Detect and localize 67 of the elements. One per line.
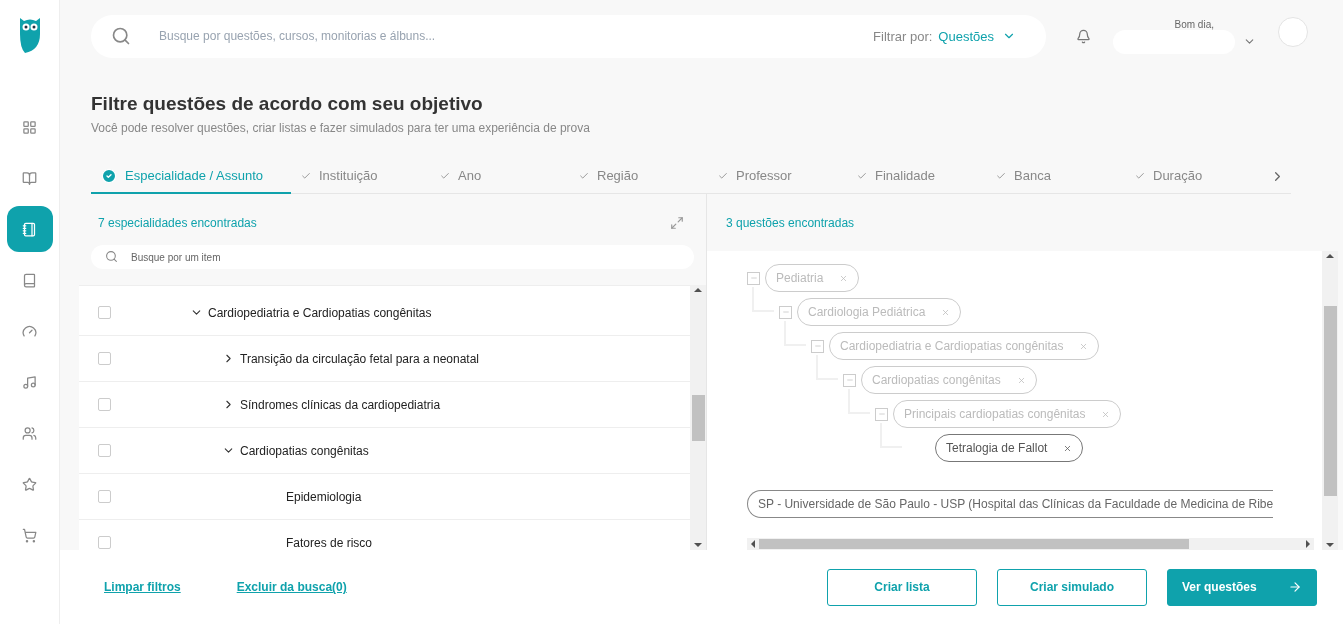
check-icon bbox=[996, 170, 1006, 181]
horizontal-scrollbar[interactable] bbox=[747, 538, 1314, 551]
page-title: Filtre questões de acordo com seu objetivo bbox=[91, 92, 484, 115]
checkbox[interactable] bbox=[98, 444, 111, 458]
result-count: 3 questões encontradas bbox=[726, 215, 855, 230]
action-button[interactable]: Criar lista bbox=[827, 568, 977, 606]
notebook-icon[interactable] bbox=[6, 206, 53, 252]
check-icon bbox=[579, 170, 589, 181]
filter-tab[interactable]: Professor bbox=[708, 159, 847, 195]
connector-line bbox=[880, 423, 902, 449]
check-icon bbox=[301, 170, 311, 181]
close-icon[interactable] bbox=[1063, 443, 1073, 453]
avatar[interactable] bbox=[1278, 17, 1308, 48]
bell-icon[interactable] bbox=[1076, 28, 1091, 44]
close-icon[interactable] bbox=[1101, 409, 1111, 419]
search-icon bbox=[111, 26, 131, 47]
check-icon bbox=[1135, 170, 1145, 181]
tree-item-label: Cardiopatias congênitas bbox=[240, 443, 369, 458]
check-circle-icon bbox=[101, 167, 117, 184]
tree-row[interactable]: Epidemiologia bbox=[79, 474, 690, 521]
search-icon bbox=[105, 250, 118, 264]
close-icon[interactable] bbox=[1016, 375, 1026, 385]
scrollbar[interactable] bbox=[1322, 251, 1338, 551]
filter-tab[interactable]: Banca bbox=[986, 159, 1125, 195]
connector-line bbox=[848, 389, 870, 415]
tree-row[interactable]: Cardiopatias congênitas bbox=[79, 428, 690, 475]
close-icon[interactable] bbox=[839, 273, 849, 283]
filter-tab[interactable]: Ano bbox=[430, 159, 569, 195]
checkbox[interactable] bbox=[98, 536, 111, 550]
checkbox[interactable] bbox=[98, 398, 111, 412]
filter-label: Filtrar por: bbox=[873, 28, 933, 44]
footer-link[interactable]: Limpar filtros bbox=[104, 580, 181, 595]
action-button[interactable]: Ver questões bbox=[1167, 568, 1317, 606]
filter-tab[interactable]: Instituição bbox=[291, 159, 430, 195]
tree-row[interactable]: Cardiopediatria e Cardiopatias congênitas bbox=[79, 290, 690, 337]
connector-line bbox=[784, 321, 806, 347]
tree-item-label: Epidemiologia bbox=[286, 489, 362, 504]
tree-item-label: Cardiopediatria e Cardiopatias congênitas bbox=[208, 305, 432, 320]
close-icon[interactable] bbox=[941, 307, 951, 317]
result-count: 7 especialidades encontradas bbox=[98, 215, 257, 230]
close-icon[interactable] bbox=[1079, 341, 1089, 351]
checkbox[interactable] bbox=[98, 490, 111, 504]
scrollbar[interactable] bbox=[690, 285, 706, 551]
checkbox[interactable] bbox=[98, 352, 111, 366]
filter-tab[interactable]: Finalidade bbox=[847, 159, 986, 195]
filter-tab[interactable]: Região bbox=[569, 159, 708, 195]
action-button[interactable]: Criar simulado bbox=[997, 568, 1147, 606]
filter-dropdown[interactable]: Questões bbox=[938, 28, 1016, 44]
filter-tab[interactable]: Especialidade / Assunto bbox=[91, 159, 291, 195]
tree-item-label: Transição da circulação fetal para a neonatal bbox=[240, 351, 480, 366]
check-icon bbox=[440, 170, 450, 181]
footer-link[interactable]: Excluir da busca(0) bbox=[236, 580, 347, 595]
tree-row[interactable]: Transição da circulação fetal para a neonatal bbox=[79, 336, 690, 383]
connector-line bbox=[752, 287, 774, 313]
filter-tab[interactable]: Duração bbox=[1125, 159, 1264, 195]
greeting-text: Bom dia, bbox=[1174, 18, 1214, 30]
page-subtitle: Você pode resolver questões, criar listas e fazer simulados para ter uma experiência de prova bbox=[91, 120, 591, 135]
connector-line bbox=[816, 355, 838, 381]
check-icon bbox=[857, 170, 867, 181]
search-field[interactable]: Busque por questões, cursos, monitorias e álbuns... Filtrar por: Questões bbox=[91, 14, 1046, 58]
tree-item-label: Síndromes clínicas da cardiopediatria bbox=[240, 397, 441, 412]
checkbox[interactable] bbox=[98, 306, 111, 320]
item-search-field[interactable]: Busque por um item bbox=[91, 245, 694, 270]
tree-row[interactable]: Síndromes clínicas da cardiopediatria bbox=[79, 382, 690, 429]
expand-icon[interactable] bbox=[670, 215, 684, 230]
tree-item-label: Fatores de risco bbox=[286, 535, 373, 550]
check-icon bbox=[718, 170, 728, 181]
